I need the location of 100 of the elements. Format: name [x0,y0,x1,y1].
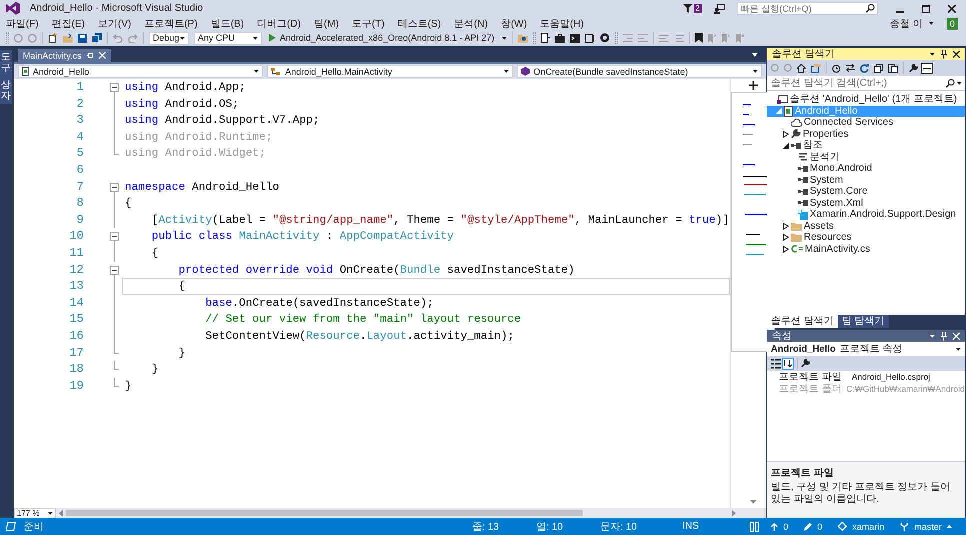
menu-item[interactable]: 편집(E) [52,16,86,30]
unpublished-commits-button[interactable]: 0 [767,522,792,532]
collapse-icon[interactable] [110,232,119,242]
property-value[interactable]: Android_Hello.csproj [849,372,965,382]
save-all-icon[interactable] [92,33,102,43]
tree-item[interactable]: System.Core [767,186,965,198]
tree-item[interactable]: Xamarin.Android.Support.Design [767,209,965,220]
feedback-icon[interactable] [714,4,725,14]
menu-item[interactable]: 분석(N) [454,16,488,30]
branch-button[interactable]: master [896,522,956,532]
platform-dropdown[interactable]: Any CPU [194,32,262,44]
package-icon [798,210,808,220]
collapse-icon[interactable] [110,182,119,192]
caret-icon[interactable] [930,334,935,338]
tab-list-icon[interactable] [752,53,758,57]
collapse-all-icon[interactable] [874,64,883,72]
project-icon [784,106,793,117]
run-button[interactable]: Android_Accelerated_x86_Oreo(Android 8.1 - API 27) [267,33,497,43]
menu-item[interactable]: 파일(F) [6,16,39,30]
close-icon[interactable] [948,4,956,12]
save-icon[interactable] [78,34,87,42]
wrench-icon[interactable] [909,64,918,72]
diamond-icon [838,522,848,531]
menu-item[interactable]: 보기(V) [98,16,132,30]
description-text: 빌드, 구성 및 기타 프로젝트 정보가 들어 있는 파일의 이름입니다. [771,482,952,506]
property-name: 프로젝트 파일 [778,371,843,384]
alphabetical-icon[interactable] [782,358,794,370]
menu-item[interactable]: 프로젝트(P) [144,16,198,30]
code-line: // Set our view from the "main" layout resource [204,314,522,326]
scrollbar-thumb[interactable] [66,510,584,516]
plus-icon[interactable] [748,81,758,90]
repository-button[interactable]: xamarin [834,522,888,532]
menu-item[interactable]: 도구(T) [352,16,385,30]
scroll-left-icon[interactable] [59,510,63,516]
tree-item[interactable]: Resources [767,232,965,244]
folder-icon [791,222,802,231]
notification-badge[interactable]: 0 [946,18,958,30]
tree-item[interactable]: Connected Services [767,117,965,128]
tree-item[interactable]: 분석기 [767,152,965,163]
menu-item[interactable]: 테스트(S) [398,16,442,30]
navigation-dropdown[interactable]: Android_Hello [18,65,264,78]
collapsed-arrow-icon[interactable] [783,130,789,138]
preview-toggle-icon[interactable] [921,62,933,74]
scroll-right-icon[interactable] [732,510,736,516]
search-icon [946,79,955,88]
panel-tab[interactable]: 솔루션 탐색기 [767,315,838,328]
show-all-files-icon[interactable] [888,64,898,72]
new-project-icon[interactable] [48,33,58,43]
tree-item[interactable]: 솔루션 'Android_Hello' (1개 프로젝트) [767,94,965,106]
zoom-dropdown[interactable]: 177 % [14,508,56,518]
terminal-icon[interactable] [570,34,580,42]
object-dropdown[interactable]: Android_Hello 프로젝트 속성 [767,342,965,356]
navigation-dropdown[interactable]: OnCreate(Bundle savedInstanceState) [516,65,762,78]
briefcase-icon[interactable] [554,34,565,42]
tree-item[interactable]: Properties [767,128,965,140]
tree-item[interactable]: Assets [767,220,965,232]
window-icon[interactable] [584,34,595,42]
expanded-arrow-icon[interactable] [783,142,789,149]
menu-item[interactable]: 팀(M) [314,16,340,30]
collapse-icon[interactable] [110,83,119,92]
open-folder-icon[interactable] [63,34,73,42]
tree-item[interactable]: 참조 [767,140,965,152]
search-field[interactable]: 빠른 실행(Ctrl+Q) [737,2,878,15]
collapsed-arrow-icon[interactable] [783,246,789,253]
tree-item[interactable]: MainActivity.cs [767,244,965,255]
refresh-icon[interactable] [860,64,869,72]
user-name[interactable]: 종철 이 [890,16,923,30]
close-icon[interactable] [953,50,960,58]
categorized-icon[interactable] [771,358,781,368]
folder-search-icon[interactable] [518,33,528,43]
insert-mode-indicator: INS [682,521,700,532]
menu-item[interactable]: 빌드(B) [210,16,244,30]
caret-icon[interactable] [957,82,962,85]
menu-item[interactable]: 도움말(H) [540,16,584,30]
scroll-down-icon[interactable] [750,500,757,504]
menu-item[interactable]: 창(W) [501,16,528,30]
collapsed-arrow-icon[interactable] [783,222,789,230]
collapse-icon[interactable] [110,266,119,275]
view-switch-icon[interactable] [811,64,821,72]
pin-icon[interactable] [941,50,947,58]
search-field[interactable]: 솔루션 탐색기 검색(Ctrl+;) [767,76,965,91]
configuration-dropdown[interactable]: Debug [149,32,189,44]
sync-icon[interactable] [846,64,855,72]
collapsed-arrow-icon[interactable] [783,234,789,242]
tree-item[interactable]: System [767,174,965,186]
navigation-dropdown[interactable]: Android_Hello.MainActivity [267,65,513,78]
filter-icon[interactable] [682,4,693,13]
home-icon[interactable] [797,64,806,72]
panel-tab[interactable]: 팀 탐색기 [838,315,889,328]
toolbox-tab[interactable]: 도구 상자 [0,50,12,104]
tree-item[interactable]: System.Xml [767,198,965,209]
document-icon[interactable] [540,33,550,43]
pending-changes-button[interactable]: 0 [800,522,826,532]
bookmark-icon[interactable] [694,33,703,43]
notification-badge[interactable]: 2 [694,4,702,13]
menu-item[interactable]: 디버그(D) [257,16,302,30]
maximize-icon[interactable] [922,4,930,12]
wrench-icon[interactable] [801,359,810,368]
tree-item[interactable]: Mono.Android [767,163,965,174]
history-icon[interactable] [832,64,841,72]
